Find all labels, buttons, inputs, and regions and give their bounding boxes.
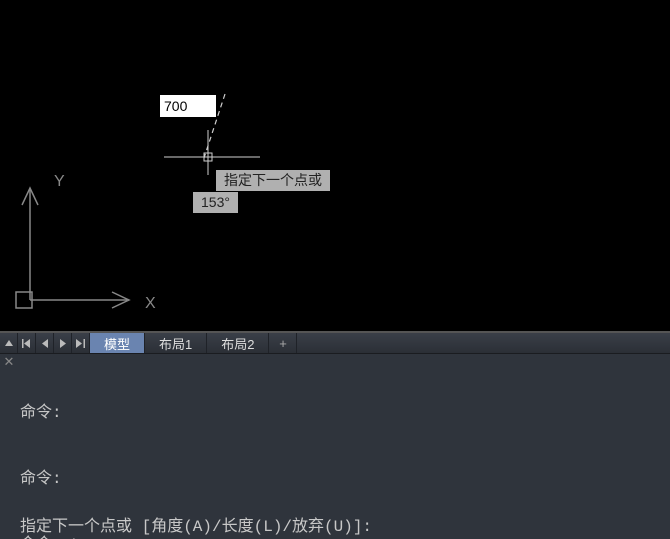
- command-history-line: 命令:: [20, 402, 664, 424]
- skip-first-icon: [22, 339, 31, 348]
- dynamic-length-input[interactable]: [160, 95, 216, 117]
- tab-layout1[interactable]: 布局1: [145, 333, 207, 353]
- tabstrip-last-button[interactable]: [72, 333, 90, 353]
- dynamic-prompt-label: 指定下一个点或: [216, 170, 330, 191]
- ucs-icon: [12, 170, 142, 320]
- skip-last-icon: [76, 339, 85, 348]
- command-history-line: 命令:: [20, 468, 664, 490]
- ucs-y-label: Y: [54, 173, 65, 191]
- tabstrip-menu-button[interactable]: [0, 333, 18, 353]
- tab-label: 布局2: [221, 334, 254, 353]
- command-prompt-label: 指定下一个点或 [角度(A)/长度(L)/放弃(U)]:: [20, 512, 372, 536]
- command-panel: ✕ 命令: 命令: 命令: L LINE 指定第一个点: 指定下一个点或 [角度…: [0, 354, 670, 539]
- drawing-viewport[interactable]: Y X 指定下一个点或 153°: [0, 0, 670, 332]
- command-panel-close-button[interactable]: ✕: [2, 356, 16, 370]
- tab-model[interactable]: 模型: [90, 333, 145, 353]
- tabstrip-first-button[interactable]: [18, 333, 36, 353]
- command-input-row: 指定下一个点或 [角度(A)/长度(L)/放弃(U)]:: [20, 513, 664, 535]
- triangle-left-icon: [41, 339, 49, 348]
- tabstrip-prev-button[interactable]: [36, 333, 54, 353]
- triangle-up-icon: [5, 339, 13, 347]
- dynamic-angle-label: 153°: [193, 192, 238, 213]
- tab-label: 模型: [104, 334, 130, 353]
- tab-layout2[interactable]: 布局2: [207, 333, 269, 353]
- close-icon: ✕: [4, 355, 15, 370]
- plus-icon: +: [279, 336, 287, 351]
- ucs-x-label: X: [145, 295, 156, 313]
- tab-add-button[interactable]: +: [269, 333, 297, 353]
- triangle-right-icon: [59, 339, 67, 348]
- tab-label: 布局1: [159, 334, 192, 353]
- layout-tabstrip: 模型 布局1 布局2 +: [0, 332, 670, 354]
- command-input[interactable]: [372, 515, 664, 533]
- tabstrip-next-button[interactable]: [54, 333, 72, 353]
